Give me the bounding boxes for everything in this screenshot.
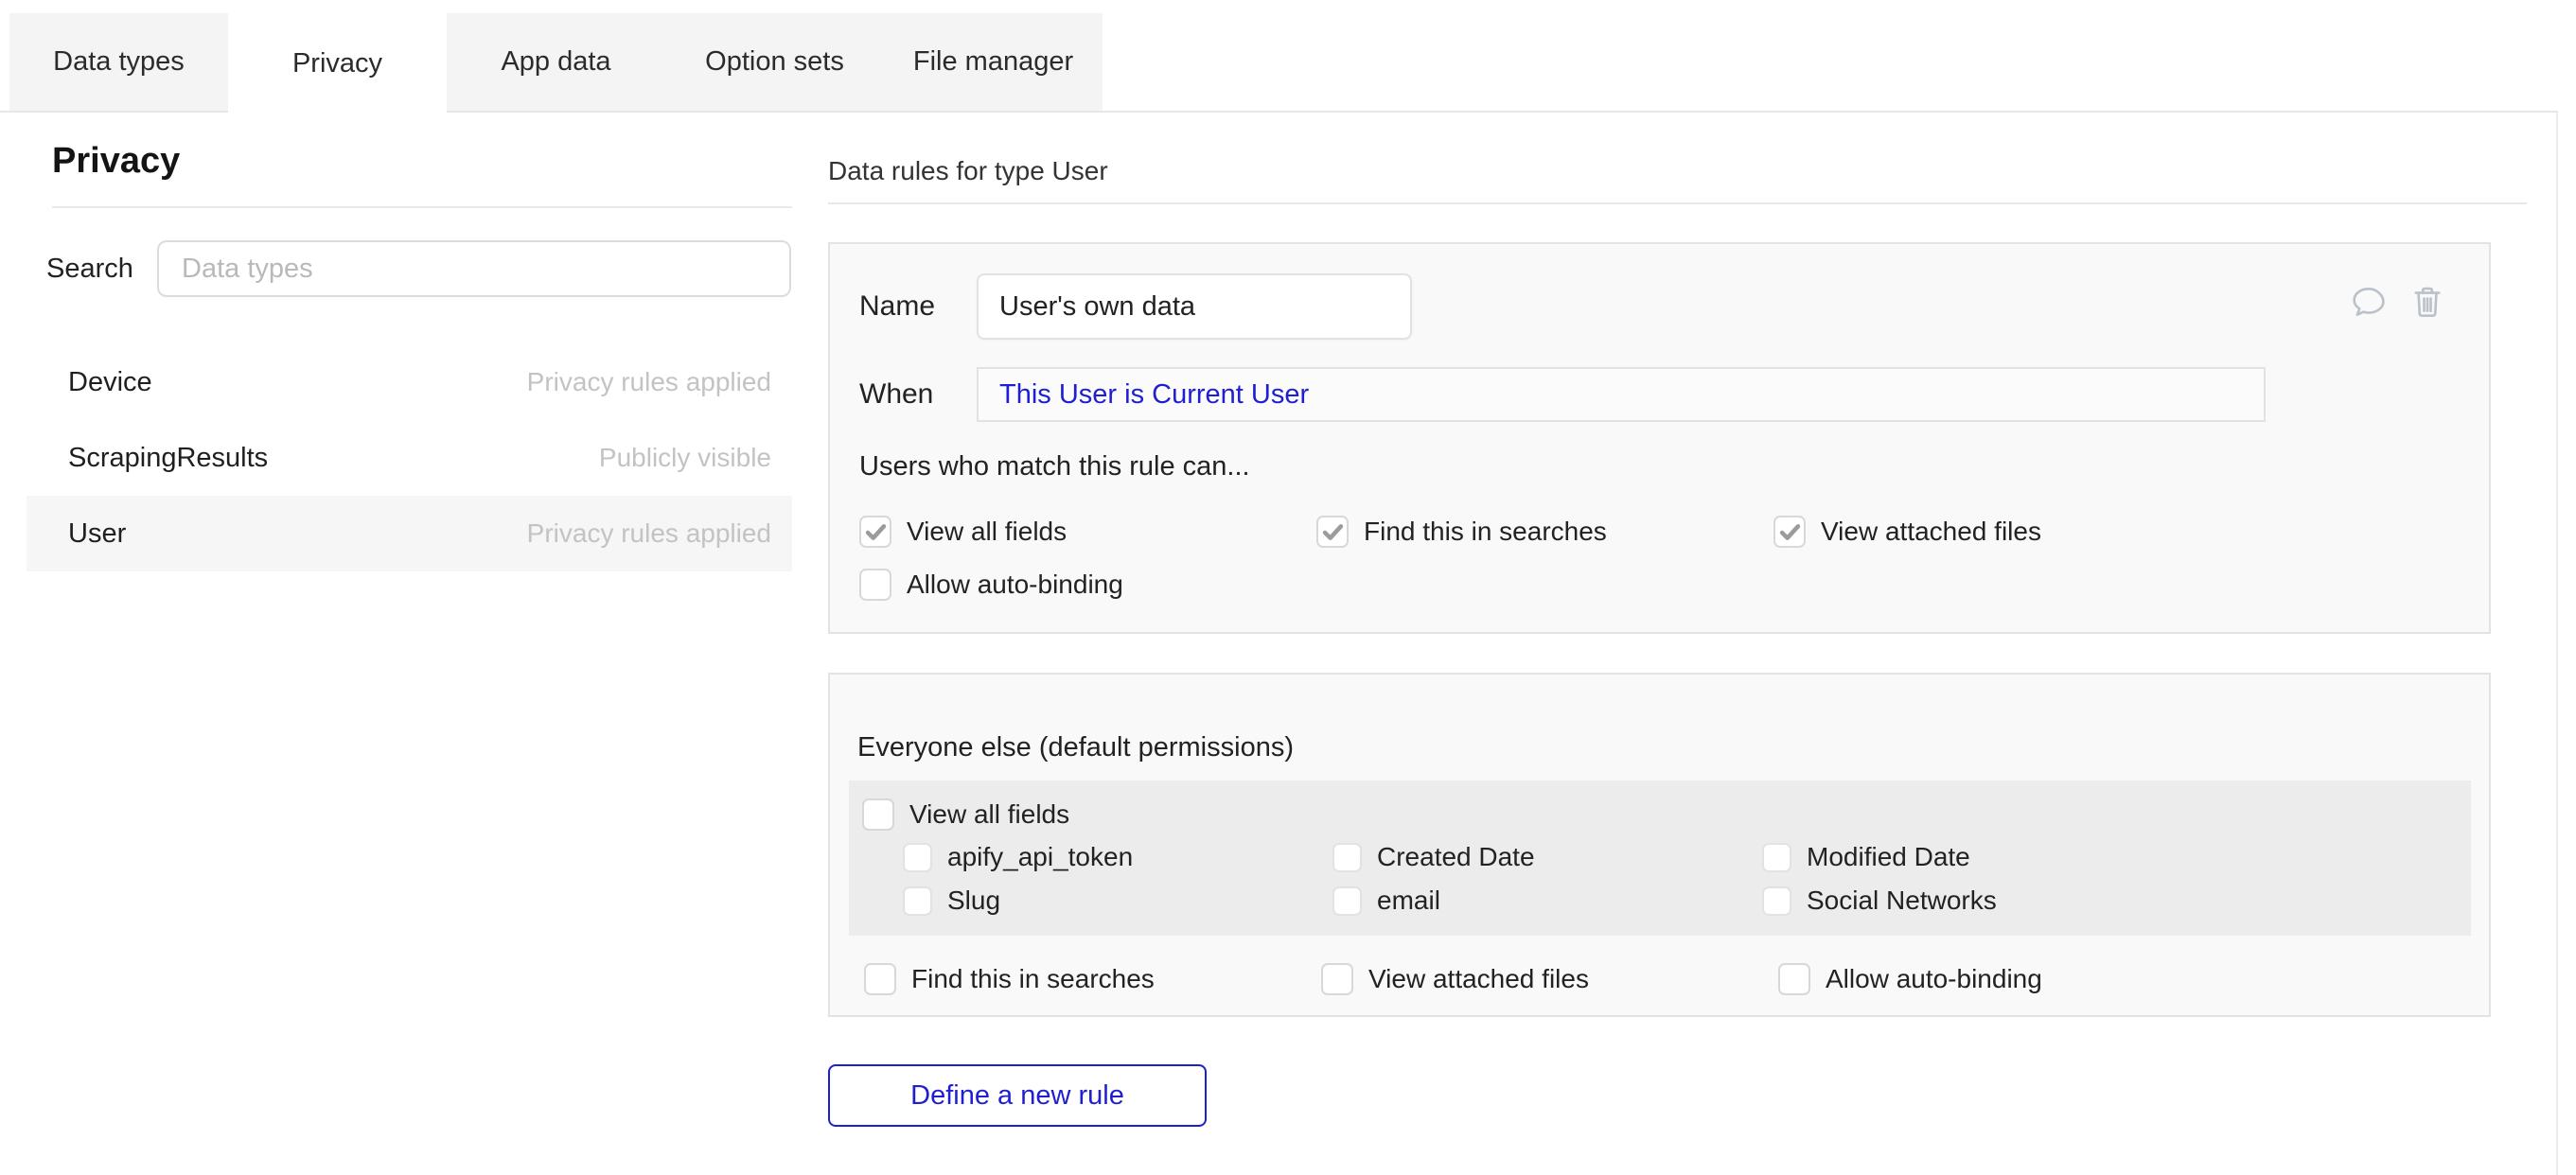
privacy-status-badge: Privacy rules applied (527, 518, 771, 549)
tab-bar: Data types Privacy App data Option sets … (9, 13, 1103, 115)
search-input[interactable] (157, 240, 791, 297)
checkbox-box (1762, 886, 1791, 916)
checkbox-box (1332, 886, 1362, 916)
rule-card-actions (2349, 282, 2447, 322)
privacy-settings-page: Data types Privacy App data Option sets … (0, 0, 2576, 1175)
default-checkbox-allow-auto-binding[interactable]: Allow auto-binding (1778, 956, 2235, 1002)
search-label: Search (46, 254, 157, 285)
permissions-intro: Users who match this rule can... (859, 451, 2489, 482)
when-condition-link[interactable]: This User is Current User (999, 379, 1309, 411)
default-card-title: Everyone else (default permissions) (857, 675, 2489, 763)
checkbox-box (864, 963, 896, 995)
checkbox-box (1762, 843, 1791, 872)
checkbox-box (903, 843, 932, 872)
when-condition-box[interactable]: This User is Current User (977, 367, 2266, 422)
default-checkbox-view-all-fields[interactable]: View all fields (862, 794, 1319, 835)
privacy-status-badge: Privacy rules applied (527, 367, 771, 397)
checkbox-view-attached-files[interactable]: View attached files (1773, 505, 2231, 558)
checkbox-slug[interactable]: Slug (903, 879, 1332, 922)
main-header-divider (828, 202, 2527, 204)
define-new-rule-button[interactable]: Define a new rule (828, 1064, 1207, 1127)
checkbox-email[interactable]: email (1332, 879, 1762, 922)
name-label: Name (859, 290, 977, 323)
checkbox-box (1321, 963, 1353, 995)
sidebar-title: Privacy (52, 140, 792, 182)
checkbox-box (1778, 963, 1810, 995)
search-row: Search (26, 240, 792, 297)
default-checkbox-view-attached-files[interactable]: View attached files (1321, 956, 1778, 1002)
comment-icon[interactable] (2349, 282, 2389, 322)
tab-privacy[interactable]: Privacy (228, 11, 447, 115)
default-checkbox-find-this-in-searches[interactable]: Find this in searches (864, 956, 1321, 1002)
tab-data-types[interactable]: Data types (9, 13, 228, 111)
checkbox-allow-auto-binding[interactable]: Allow auto-binding (859, 558, 1316, 611)
checkbox-created-date[interactable]: Created Date (1332, 835, 1762, 879)
checkbox-box (862, 798, 894, 831)
rule-name-input[interactable] (977, 273, 1412, 340)
sidebar-divider (52, 206, 792, 208)
page-title: Data rules for type User (828, 155, 2558, 187)
tab-option-sets[interactable]: Option sets (665, 13, 884, 111)
fields-panel: View all fields apify_api_token Created … (849, 780, 2471, 936)
checkbox-box (1316, 516, 1349, 548)
checkbox-social-networks[interactable]: Social Networks (1762, 879, 2192, 922)
data-type-name: User (68, 518, 126, 550)
field-checkbox-grid: apify_api_token Created Date Modified Da… (903, 835, 2228, 922)
main-panel: Data rules for type User (828, 132, 2558, 1127)
rule-permissions: View all fields Find this in searches Vi… (859, 505, 2279, 611)
tab-file-manager[interactable]: File manager (884, 13, 1103, 111)
rule-when-row: When This User is Current User (859, 367, 2489, 422)
privacy-status-badge: Publicly visible (599, 443, 771, 473)
data-type-name: ScrapingResults (68, 443, 268, 474)
data-type-name: Device (68, 367, 152, 398)
delete-icon[interactable] (2408, 282, 2447, 322)
when-label: When (859, 378, 977, 411)
tab-app-data[interactable]: App data (447, 13, 665, 111)
checkbox-box (1773, 516, 1806, 548)
checkbox-apify-api-token[interactable]: apify_api_token (903, 835, 1332, 879)
checkbox-box (859, 516, 891, 548)
default-permissions-card: Everyone else (default permissions) View… (828, 673, 2491, 1017)
default-permissions: Find this in searches View attached file… (864, 956, 2284, 1002)
checkbox-modified-date[interactable]: Modified Date (1762, 835, 2192, 879)
sidebar: Privacy Search Device Privacy rules appl… (26, 132, 792, 571)
rule-name-row: Name (859, 273, 2489, 340)
list-item-scrapingresults[interactable]: ScrapingResults Publicly visible (26, 420, 792, 496)
data-type-list: Device Privacy rules applied ScrapingRes… (26, 344, 792, 571)
checkbox-view-all-fields[interactable]: View all fields (859, 505, 1316, 558)
checkbox-box (1332, 843, 1362, 872)
list-item-user[interactable]: User Privacy rules applied (26, 496, 792, 571)
checkbox-box (903, 886, 932, 916)
checkbox-find-this-in-searches[interactable]: Find this in searches (1316, 505, 1773, 558)
checkbox-box (859, 569, 891, 601)
rule-card: Name When This User is Current User User… (828, 242, 2491, 634)
list-item-device[interactable]: Device Privacy rules applied (26, 344, 792, 420)
